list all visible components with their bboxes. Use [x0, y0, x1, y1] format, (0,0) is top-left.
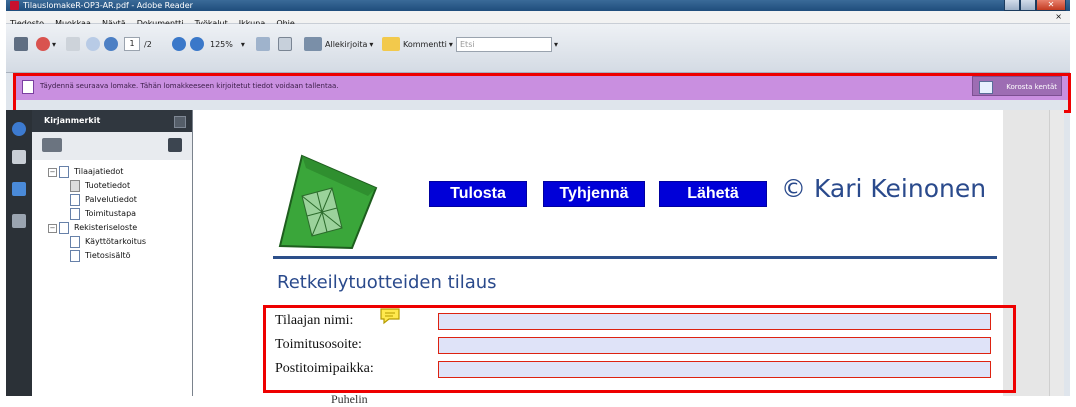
fit-page-button[interactable]	[256, 32, 270, 56]
comment-button[interactable]: Kommentti ▾	[382, 32, 453, 56]
bookmark-label: Rekisteriseloste	[74, 223, 138, 232]
comment-label: Kommentti	[403, 39, 447, 49]
bookmarks-panel: Kirjanmerkit − Tilaajatiedot Tuotetiedot…	[32, 110, 193, 396]
bookmarks-header: Kirjanmerkit	[32, 110, 192, 132]
tent-logo	[278, 154, 378, 250]
bookmarks-toolbar	[32, 132, 192, 160]
toolbar: ▾ 1 /2 125% ▾ Allekirjoita ▾ Kommentti ▾…	[6, 24, 1070, 73]
signatures-icon[interactable]	[12, 214, 26, 228]
copyright-text: © Kari Keinonen	[781, 174, 987, 203]
share-icon	[36, 37, 50, 51]
form-title: Retkeilytuotteiden tilaus	[277, 272, 497, 293]
menu-bar: Tiedosto Muokkaa Näytä Dokumentti Työkal…	[6, 11, 1070, 28]
zoom-select[interactable]: 125% ▾	[210, 32, 245, 56]
bookmark-label: Tietosisältö	[85, 251, 131, 260]
chevron-down-icon: ▾	[240, 39, 245, 49]
vertical-scrollbar[interactable]	[1049, 110, 1064, 396]
sign-label: Allekirjoita	[325, 39, 368, 49]
zoom-in-icon	[190, 37, 204, 51]
annotation-box-notification	[13, 73, 1071, 113]
search-box[interactable]: Etsi ▾	[456, 32, 558, 56]
title-bar: TilauslomakeR-OP3-AR.pdf - Adobe Reader …	[6, 0, 1070, 11]
panel-options-icon[interactable]	[174, 116, 186, 128]
fit-page-icon	[256, 37, 270, 51]
chevron-down-icon: ▾	[52, 39, 57, 49]
new-bookmark-icon[interactable]	[168, 138, 182, 152]
adobe-reader-icon	[10, 1, 19, 10]
window-controls: ✕	[1004, 0, 1066, 11]
bookmark-icon	[70, 236, 80, 248]
next-page-button[interactable]	[104, 32, 118, 56]
bookmark-tuotetiedot[interactable]: Tuotetiedot	[70, 180, 130, 192]
phone-label-partial: Puhelin	[331, 392, 368, 406]
full-screen-icon	[278, 37, 292, 51]
arrow-up-icon	[86, 37, 100, 51]
clear-form-button[interactable]: Tyhjennä	[543, 181, 645, 207]
print-form-button[interactable]: Tulosta	[429, 181, 527, 207]
bookmark-icon	[59, 166, 69, 178]
collapse-icon[interactable]: −	[48, 223, 57, 233]
navigation-dock	[6, 110, 32, 396]
sign-button[interactable]: Allekirjoita ▾	[304, 32, 373, 56]
bookmark-tilaajatiedot[interactable]: − Tilaajatiedot	[48, 166, 123, 178]
print-tool[interactable]	[14, 32, 28, 56]
comment-icon	[382, 37, 400, 51]
arrow-down-icon	[104, 37, 118, 51]
zoom-in-button[interactable]	[190, 32, 204, 56]
bookmark-kayttotarkoitus[interactable]: Käyttötarkoitus	[70, 236, 146, 248]
previous-page-button[interactable]	[86, 32, 100, 56]
hand-tool[interactable]	[66, 32, 80, 56]
send-form-button[interactable]: Lähetä	[659, 181, 767, 207]
pages-icon[interactable]	[12, 150, 26, 164]
share-tool[interactable]: ▾	[36, 32, 56, 56]
zoom-out-icon	[172, 37, 186, 51]
bookmarks-title: Kirjanmerkit	[44, 116, 101, 125]
globe-icon[interactable]	[12, 122, 26, 136]
bookmark-label: Toimitustapa	[85, 209, 137, 218]
window-title: TilauslomakeR-OP3-AR.pdf - Adobe Reader	[23, 1, 193, 10]
bookmark-label: Tuotetiedot	[85, 181, 131, 190]
bookmark-icon	[70, 250, 80, 262]
bookmark-tietosisalto[interactable]: Tietosisältö	[70, 250, 131, 262]
bookmark-toimitustapa[interactable]: Toimitustapa	[70, 208, 136, 220]
bookmark-icon	[70, 194, 80, 206]
printer-icon	[14, 37, 28, 51]
chevron-down-icon: ▾	[554, 39, 559, 49]
minimize-button[interactable]	[1004, 0, 1020, 11]
page-navigator: 1 /2	[124, 32, 152, 56]
bookmark-icon	[70, 180, 80, 192]
bookmark-label: Käyttötarkoitus	[85, 237, 147, 246]
hand-icon	[66, 37, 80, 51]
close-button[interactable]: ✕	[1036, 0, 1066, 11]
bookmark-icon	[59, 222, 69, 234]
search-input[interactable]: Etsi	[456, 36, 552, 52]
pen-icon	[304, 37, 322, 51]
bookmark-palvelutiedot[interactable]: Palvelutiedot	[70, 194, 137, 206]
zoom-out-button[interactable]	[172, 32, 186, 56]
maximize-button[interactable]	[1020, 0, 1036, 11]
bookmarks-icon[interactable]	[12, 182, 26, 196]
full-screen-button[interactable]	[278, 32, 292, 56]
page-count: /2	[144, 39, 152, 49]
bookmark-options-icon[interactable]	[42, 138, 62, 152]
annotation-box-form-fields	[263, 305, 1016, 393]
bookmark-label: Palvelutiedot	[85, 195, 137, 204]
bookmark-rekisteriseloste[interactable]: − Rekisteriseloste	[48, 222, 137, 234]
chevron-down-icon: ▾	[369, 39, 374, 49]
collapse-icon[interactable]: −	[48, 167, 57, 177]
chevron-down-icon: ▾	[448, 39, 453, 49]
zoom-value: 125%	[210, 39, 233, 49]
header-divider	[273, 256, 997, 259]
bookmark-label: Tilaajatiedot	[74, 167, 124, 176]
page-number-input[interactable]: 1	[124, 37, 140, 51]
document-close-button[interactable]: ×	[1055, 11, 1062, 23]
bookmark-icon	[70, 208, 80, 220]
